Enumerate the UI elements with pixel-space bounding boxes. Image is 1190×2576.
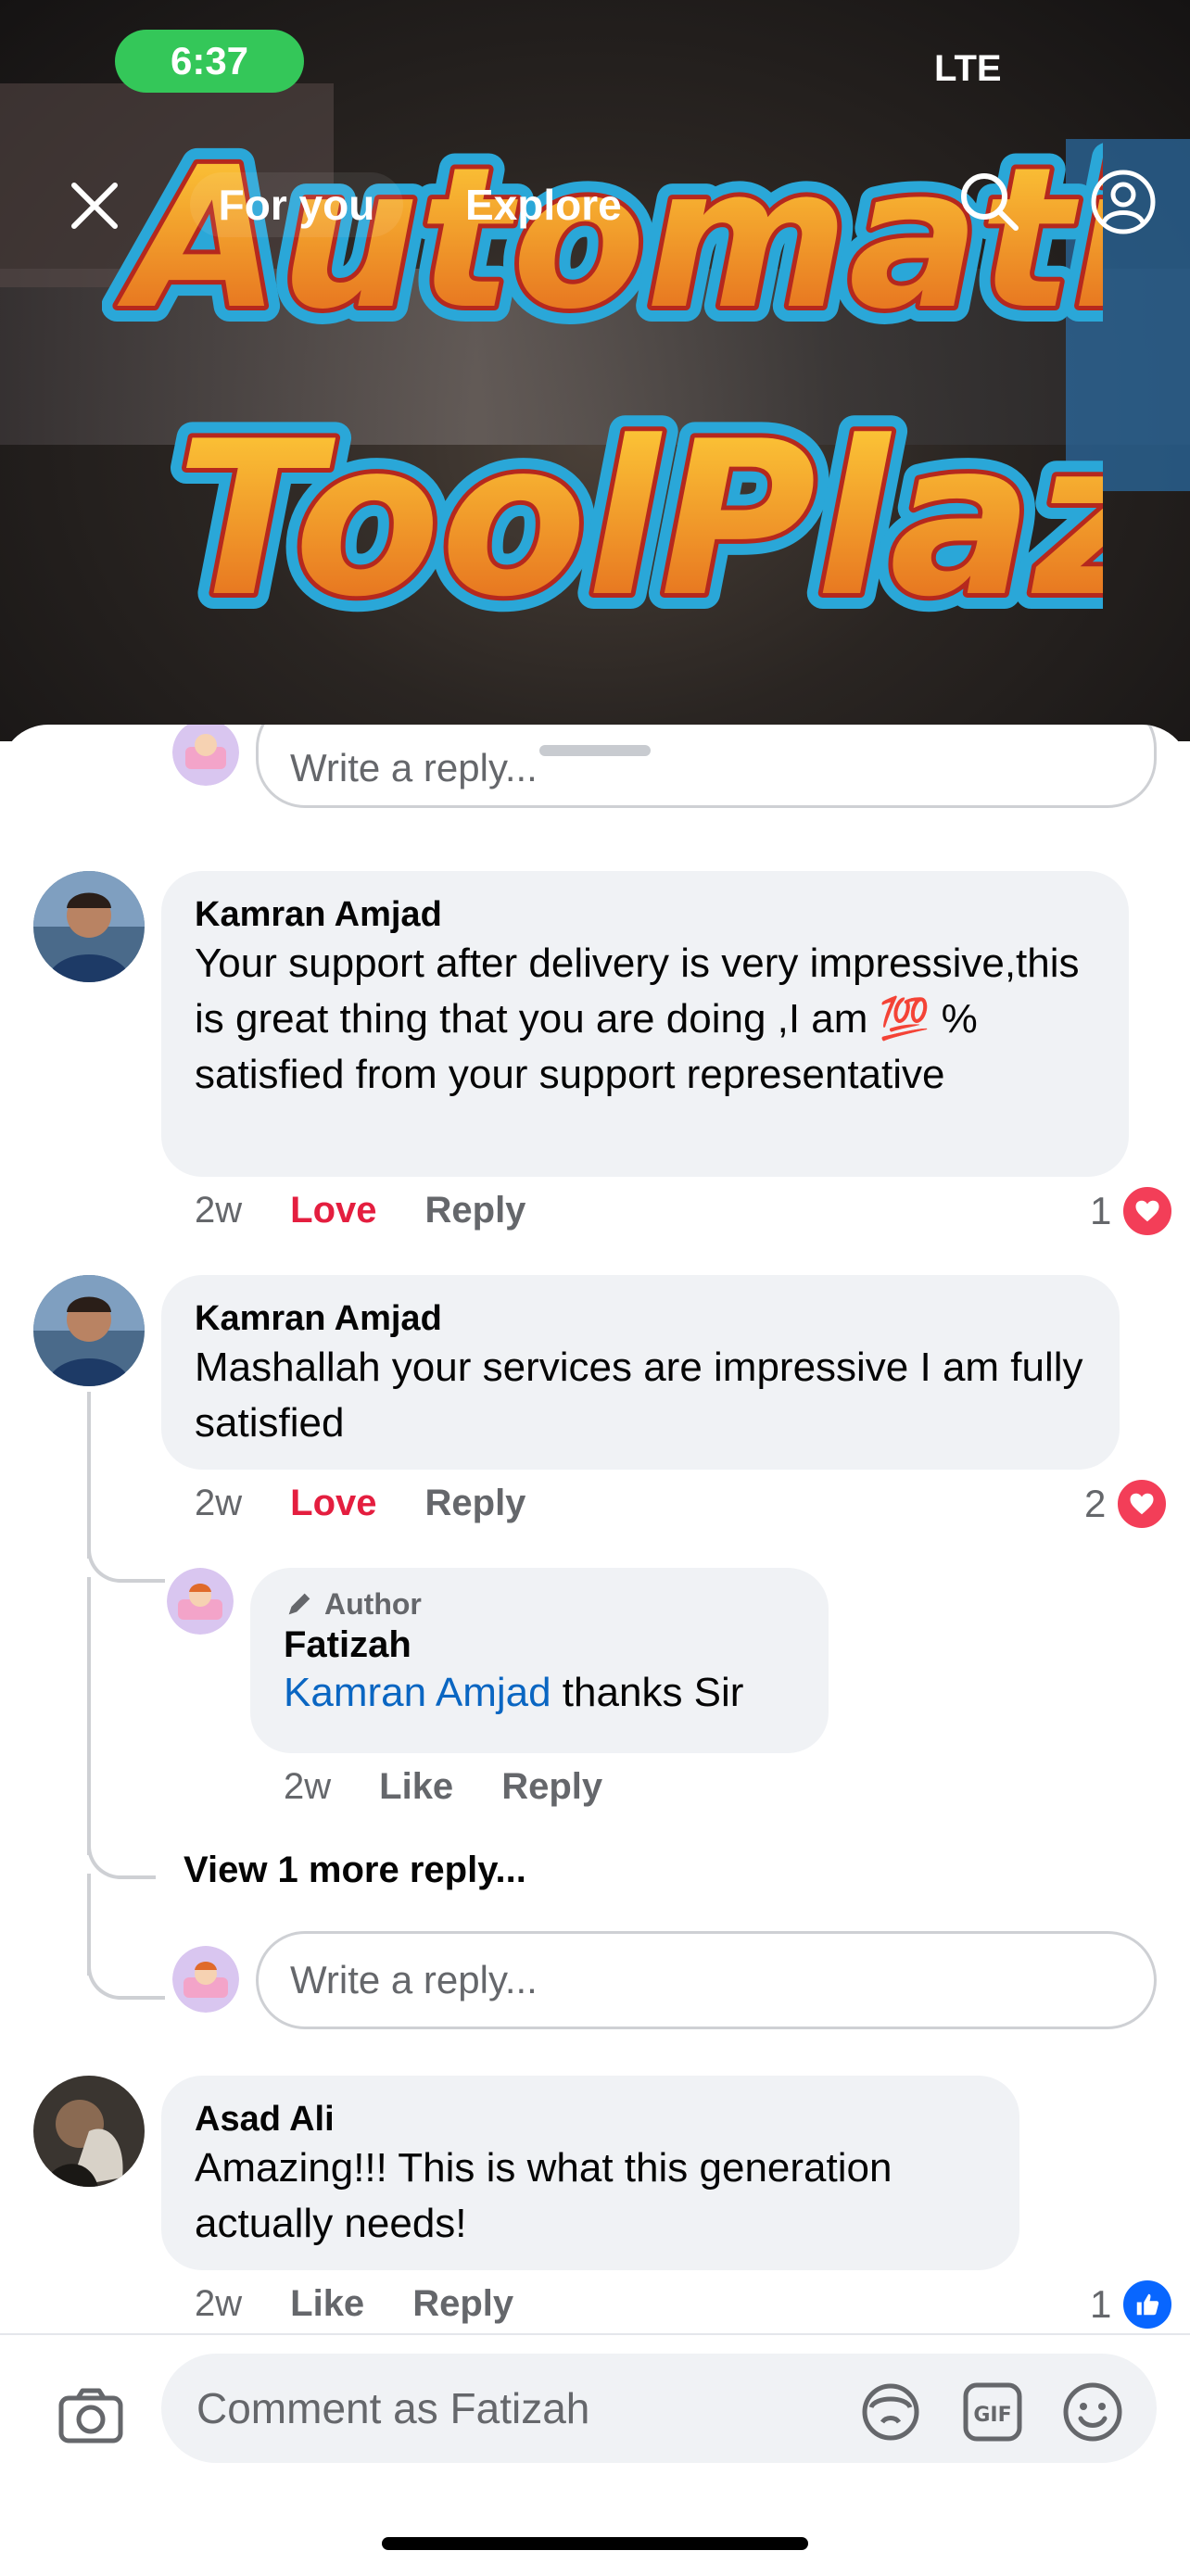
tab-explore[interactable]: Explore xyxy=(465,172,622,237)
reply-input-placeholder: Write a reply... xyxy=(290,1958,538,2001)
comment-bubble[interactable]: Kamran Amjad Your support after delivery… xyxy=(161,871,1129,1177)
thread-connector xyxy=(87,1540,165,1583)
comment-text: Your support after delivery is very impr… xyxy=(195,941,1080,1097)
status-network: LTE xyxy=(934,48,1002,89)
logo-line-1-inner: Automatic xyxy=(117,125,1103,352)
comment-actions: 2w Love Reply xyxy=(195,1483,525,1524)
home-indicator[interactable] xyxy=(382,2537,808,2550)
video-background[interactable]: Automatic Automatic ToolPlaza ToolPlaza … xyxy=(0,0,1190,741)
avatar-sticker-icon[interactable] xyxy=(858,2380,923,2444)
reply-button[interactable]: Reply xyxy=(425,1483,526,1524)
comment-bubble[interactable]: Kamran Amjad Mashallah your services are… xyxy=(161,1275,1120,1470)
tab-for-you[interactable]: For you xyxy=(190,172,403,237)
comment-bubble[interactable]: Asad Ali Amazing!!! This is what this ge… xyxy=(161,2076,1019,2270)
reaction-summary[interactable]: 1 xyxy=(1090,1184,1175,1238)
heart-icon xyxy=(1115,1477,1170,1531)
comment-text: Mashallah your services are impressive I… xyxy=(195,1345,1083,1446)
reaction-count: 1 xyxy=(1090,1189,1112,1232)
avatar xyxy=(172,725,239,786)
commenter-name[interactable]: Fatizah xyxy=(284,1623,795,1666)
thread-line xyxy=(87,1577,91,1855)
reply-input[interactable]: Write a reply... xyxy=(256,1931,1157,2029)
emoji-icon[interactable] xyxy=(1060,2380,1125,2444)
like-button[interactable]: Like xyxy=(290,2283,364,2325)
reply-time: 2w xyxy=(284,1766,332,1807)
comment-actions: 2w Like Reply xyxy=(195,2283,513,2325)
author-label: Author xyxy=(324,1587,422,1621)
comment-input-placeholder: Comment as Fatizah xyxy=(196,2384,590,2432)
camera-icon[interactable] xyxy=(56,2381,126,2452)
view-more-replies[interactable]: View 1 more reply... xyxy=(184,1850,526,1891)
comment-time: 2w xyxy=(195,1483,243,1523)
status-time: 6:37 xyxy=(115,30,304,93)
like-button[interactable]: Like xyxy=(379,1766,453,1808)
commenter-name[interactable]: Kamran Amjad xyxy=(195,893,1095,936)
reaction-summary[interactable]: 1 xyxy=(1090,2278,1175,2331)
comment-text: Amazing!!! This is what this generation … xyxy=(195,2145,892,2246)
search-icon[interactable] xyxy=(955,167,1025,237)
gif-icon[interactable]: GIF xyxy=(960,2380,1025,2444)
avatar[interactable] xyxy=(167,1568,234,1635)
reply-button[interactable]: Reply xyxy=(412,2283,513,2325)
svg-text:GIF: GIF xyxy=(973,2404,1011,2427)
reply-text-body: thanks Sir xyxy=(551,1670,744,1715)
video-logo: Automatic Automatic ToolPlaza ToolPlaza xyxy=(102,109,1103,660)
reply-bubble[interactable]: Author Fatizah Kamran Amjad thanks Sir xyxy=(250,1568,829,1753)
reply-text: Kamran Amjad thanks Sir xyxy=(284,1666,795,1720)
comment-time: 2w xyxy=(195,1190,243,1231)
reply-input-placeholder: Write a reply... xyxy=(290,746,538,789)
heart-icon xyxy=(1120,1184,1175,1238)
close-icon[interactable] xyxy=(65,176,124,235)
thread-connector xyxy=(87,1957,165,2000)
love-button[interactable]: Love xyxy=(290,1483,376,1524)
comments-sheet[interactable]: Write a reply... Kamran Amjad Your suppo… xyxy=(0,725,1190,2574)
profile-icon[interactable] xyxy=(1088,167,1158,237)
avatar[interactable] xyxy=(33,871,145,982)
thumbs-up-icon xyxy=(1120,2278,1175,2331)
avatar[interactable] xyxy=(33,2076,145,2187)
thread-line xyxy=(87,1392,91,1559)
thread-connector xyxy=(87,1837,156,1879)
pencil-icon xyxy=(288,1593,310,1615)
author-badge: Author xyxy=(284,1585,795,1623)
love-button[interactable]: Love xyxy=(290,1190,376,1231)
comment-time: 2w xyxy=(195,2283,243,2324)
avatar xyxy=(172,1946,239,2013)
reaction-count: 2 xyxy=(1084,1482,1107,1525)
commenter-name[interactable]: Asad Ali xyxy=(195,2098,986,2140)
reaction-count: 1 xyxy=(1090,2282,1112,2326)
reply-button[interactable]: Reply xyxy=(501,1766,602,1808)
mention-link[interactable]: Kamran Amjad xyxy=(284,1670,551,1715)
reply-input[interactable]: Write a reply... xyxy=(256,725,1157,808)
reaction-summary[interactable]: 2 xyxy=(1084,1477,1170,1531)
reply-button[interactable]: Reply xyxy=(425,1190,526,1231)
commenter-name[interactable]: Kamran Amjad xyxy=(195,1297,1086,1340)
reply-actions: 2w Like Reply xyxy=(284,1766,602,1808)
logo-line-2-inner: ToolPlaza xyxy=(176,397,1103,644)
comment-actions: 2w Love Reply xyxy=(195,1190,525,1231)
avatar[interactable] xyxy=(33,1275,145,1386)
